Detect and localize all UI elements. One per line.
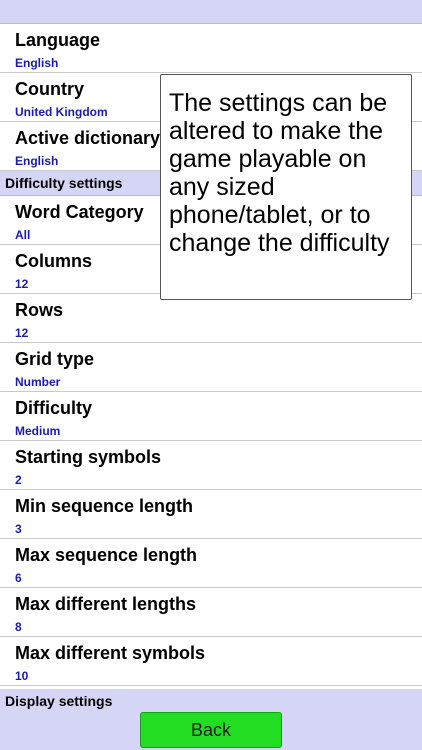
setting-title: Max different lengths [15, 594, 197, 614]
top-bar [0, 0, 422, 24]
section-header-display: Display settings [5, 693, 113, 709]
setting-value: 3 [15, 522, 22, 536]
setting-title: Starting symbols [15, 447, 162, 467]
setting-row-difficulty[interactable]: Difficulty Medium [0, 392, 422, 441]
setting-row-rows[interactable]: Rows 12 [0, 294, 422, 343]
setting-title: Max different symbols [15, 643, 206, 663]
setting-title: Grid type [15, 349, 95, 369]
setting-value: 12 [15, 326, 29, 340]
back-button[interactable]: Back [140, 712, 282, 748]
setting-title: Rows [15, 300, 64, 320]
setting-value: 10 [15, 669, 29, 683]
setting-value: 2 [15, 473, 22, 487]
setting-title: Language [15, 30, 101, 50]
setting-row-language[interactable]: Language English [0, 24, 422, 73]
setting-row-max-sequence-length[interactable]: Max sequence length 6 [0, 539, 422, 588]
setting-row-grid-type[interactable]: Grid type Number [0, 343, 422, 392]
setting-value: English [15, 56, 59, 70]
setting-title: Min sequence length [15, 496, 194, 516]
setting-value: Number [15, 375, 61, 389]
setting-value: Medium [15, 424, 61, 438]
setting-row-max-different-symbols[interactable]: Max different symbols 10 [0, 637, 422, 686]
help-tooltip: The settings can be altered to make the … [160, 74, 412, 300]
setting-title: Difficulty [15, 398, 93, 418]
setting-title: Max sequence length [15, 545, 198, 565]
setting-value: 6 [15, 571, 22, 585]
setting-row-min-sequence-length[interactable]: Min sequence length 3 [0, 490, 422, 539]
setting-row-max-different-lengths[interactable]: Max different lengths 8 [0, 588, 422, 637]
setting-value: 8 [15, 620, 22, 634]
setting-row-starting-symbols[interactable]: Starting symbols 2 [0, 441, 422, 490]
